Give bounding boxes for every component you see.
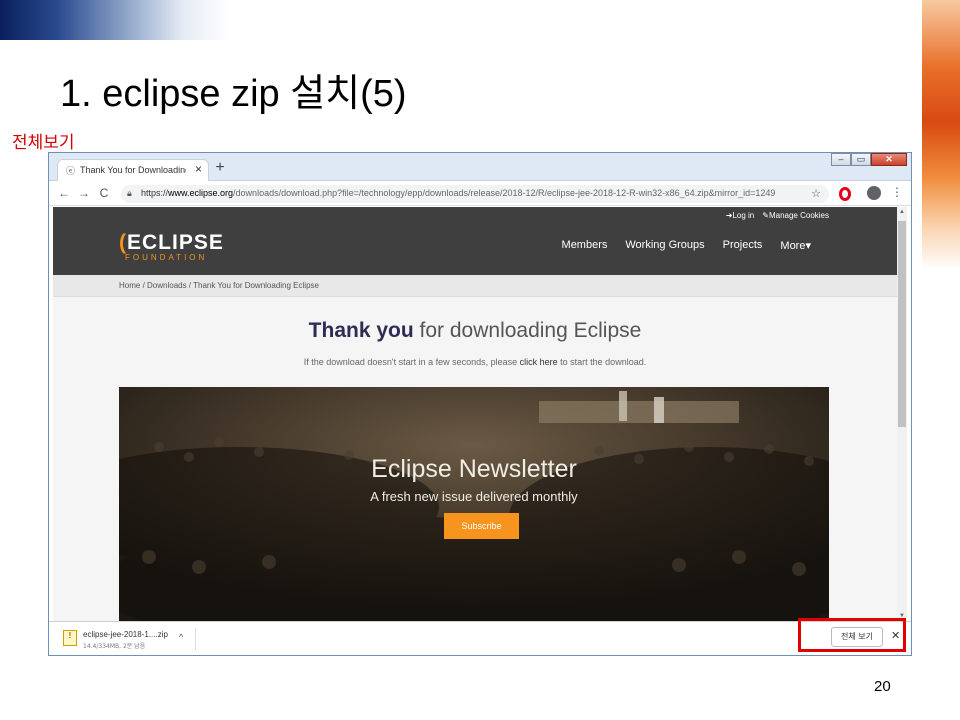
download-progress: 14.4/334MB, 2분 남음 <box>83 643 146 650</box>
page-heading: Thank you for downloading Eclipse <box>53 319 897 343</box>
shelf-divider <box>195 628 196 650</box>
url-text: https://www.eclipse.org/downloads/downlo… <box>141 188 775 198</box>
address-bar[interactable]: 🔒︎ https://www.eclipse.org/downloads/dow… <box>121 185 829 203</box>
url-scheme: https:// <box>141 188 169 198</box>
scroll-up-icon[interactable]: ▲ <box>897 209 907 215</box>
side-note: 전체보기 <box>12 133 75 153</box>
url-host: www.eclipse.org <box>168 188 234 198</box>
close-window-button[interactable]: ✕ <box>871 153 907 166</box>
hint-after: to start the download. <box>557 357 647 367</box>
zip-file-icon: ! <box>63 630 77 646</box>
tab-bar: ⓔ Thank You for Downloading Eclipse × + … <box>49 153 911 181</box>
subscribe-button[interactable]: Subscribe <box>444 513 519 539</box>
slide: 1. eclipse zip 설치(5) 전체보기 ⓔ Thank You fo… <box>0 0 960 720</box>
new-tab-button[interactable]: + <box>211 160 229 178</box>
reload-icon[interactable]: C <box>97 186 111 200</box>
nav-members[interactable]: Members <box>562 239 608 252</box>
login-link[interactable]: ➜Log in <box>726 211 755 220</box>
page-number: 20 <box>874 678 891 695</box>
slide-title: 1. eclipse zip 설치(5) <box>60 73 407 115</box>
download-options-icon[interactable]: ^ <box>179 632 183 642</box>
nav-more[interactable]: More▾ <box>780 239 811 252</box>
browser-menu-icon[interactable]: ⋮ <box>891 185 903 199</box>
login-label: Log in <box>732 211 755 220</box>
download-hint: If the download doesn't start in a few s… <box>53 357 897 367</box>
opera-extension-icon[interactable] <box>839 187 851 201</box>
download-file-name[interactable]: eclipse-jee-2018-1....zip <box>83 630 168 639</box>
breadcrumb-bar: Home / Downloads / Thank You for Downloa… <box>53 275 897 297</box>
page-scrollbar[interactable]: ▲ ▼ <box>897 207 907 621</box>
window-controls: – ▭ ✕ <box>831 153 907 167</box>
top-links: ➜Log in ✎Manage Cookies <box>726 211 829 220</box>
newsletter-title: Eclipse Newsletter <box>371 455 577 483</box>
back-icon[interactable]: ← <box>57 186 71 200</box>
slide-decoration-right <box>922 0 960 270</box>
show-all-highlight-box <box>798 618 906 652</box>
eclipse-favicon-icon: ⓔ <box>66 166 76 176</box>
url-path: /downloads/download.php?file=/technology… <box>233 188 776 198</box>
browser-window: ⓔ Thank You for Downloading Eclipse × + … <box>48 152 912 656</box>
breadcrumb[interactable]: Home / Downloads / Thank You for Downloa… <box>119 281 319 290</box>
restore-button[interactable]: ▭ <box>851 153 871 166</box>
tab-close-icon[interactable]: × <box>195 162 202 176</box>
newsletter-banner: Eclipse Newsletter A fresh new issue del… <box>119 387 829 621</box>
page-viewport: ➜Log in ✎Manage Cookies (ECLIPSE FOUNDAT… <box>53 207 897 621</box>
nav-projects[interactable]: Projects <box>723 239 763 252</box>
logo-wordmark: (ECLIPSE <box>119 231 224 254</box>
bookmark-star-icon[interactable]: ☆ <box>811 187 821 200</box>
minimize-button[interactable]: – <box>831 153 851 166</box>
site-header: ➜Log in ✎Manage Cookies (ECLIPSE FOUNDAT… <box>53 207 897 275</box>
forward-icon[interactable]: → <box>77 186 91 200</box>
manage-cookies-label: Manage Cookies <box>768 211 829 220</box>
click-here-link[interactable]: click here <box>520 357 558 367</box>
nav-working-groups[interactable]: Working Groups <box>625 239 704 252</box>
hint-before: If the download doesn't start in a few s… <box>303 357 520 367</box>
slide-decoration-top <box>0 0 230 40</box>
download-shelf: ! eclipse-jee-2018-1....zip 14.4/334MB, … <box>49 621 911 655</box>
main-nav: Members Working Groups Projects More▾ <box>562 239 811 252</box>
browser-toolbar: ← → C 🔒︎ https://www.eclipse.org/downloa… <box>49 182 911 206</box>
scroll-thumb[interactable] <box>898 221 906 427</box>
lock-icon: 🔒︎ <box>127 188 132 198</box>
manage-cookies-link[interactable]: ✎Manage Cookies <box>762 211 829 220</box>
newsletter-subtitle: A fresh new issue delivered monthly <box>370 489 578 504</box>
logo-main-text: ECLIPSE <box>127 231 224 254</box>
conference-hall-photo <box>119 387 829 621</box>
eclipse-logo[interactable]: (ECLIPSE FOUNDATION <box>119 231 224 262</box>
heading-rest: for downloading Eclipse <box>413 319 642 342</box>
heading-bold: Thank you <box>308 319 414 342</box>
tab-title: Thank You for Downloading Eclipse <box>80 165 186 175</box>
account-icon[interactable] <box>867 186 881 200</box>
browser-tab[interactable]: ⓔ Thank You for Downloading Eclipse × <box>57 159 209 181</box>
